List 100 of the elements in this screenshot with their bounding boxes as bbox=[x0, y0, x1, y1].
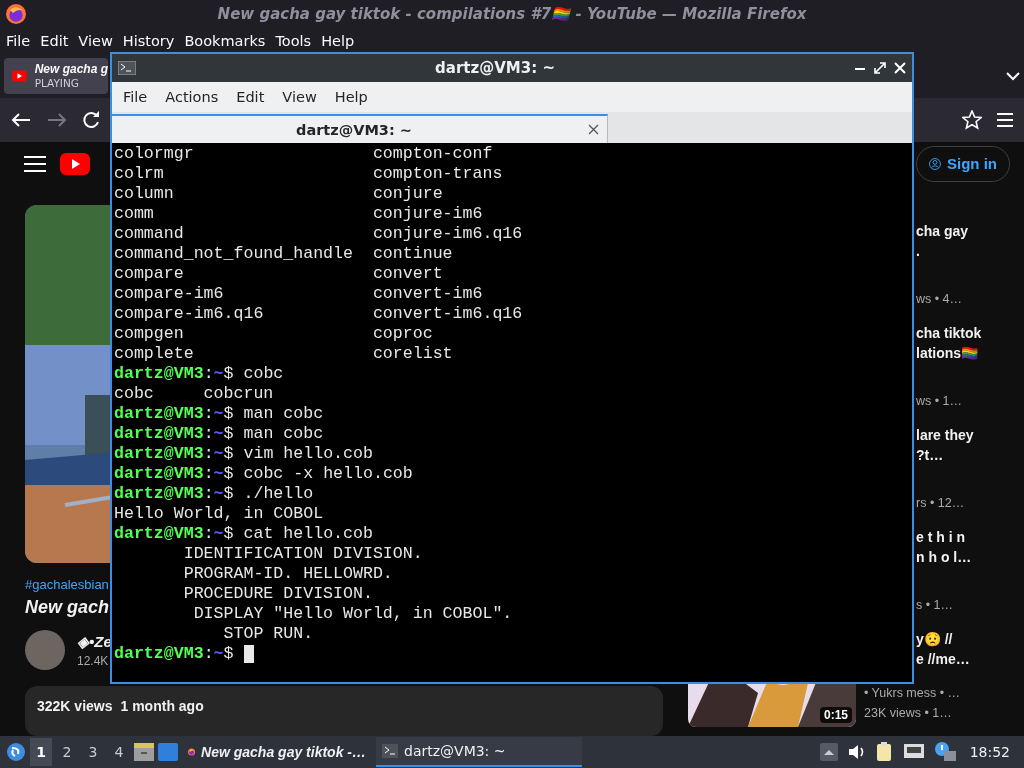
prompt-path: ~ bbox=[213, 524, 224, 544]
forward-arrow-icon[interactable] bbox=[46, 111, 68, 129]
prompt-sign: $ bbox=[223, 404, 234, 424]
prompt-colon: : bbox=[203, 404, 214, 424]
firefox-icon[interactable] bbox=[6, 4, 26, 24]
output-text: command bbox=[114, 224, 184, 243]
upload-age: 1 month ago bbox=[120, 698, 204, 716]
prompt-colon: : bbox=[203, 364, 214, 384]
youtube-logo-icon[interactable] bbox=[60, 152, 90, 175]
menu-icon[interactable] bbox=[996, 112, 1014, 128]
output-text: compgen bbox=[114, 324, 184, 343]
description-box[interactable]: 322K views 1 month ago bbox=[25, 686, 663, 736]
prompt-colon: : bbox=[203, 444, 214, 464]
output-text: cobcrun bbox=[203, 384, 274, 403]
output-text: complete bbox=[114, 344, 194, 363]
video-title[interactable]: ?t… bbox=[916, 445, 1010, 465]
back-arrow-icon[interactable] bbox=[10, 111, 32, 129]
youtube-icon bbox=[12, 70, 27, 82]
clipboard-icon[interactable] bbox=[875, 742, 894, 762]
terminal-icon bbox=[118, 61, 136, 75]
prompt-user: dartz@VM3 bbox=[114, 444, 204, 464]
prompt-user: dartz@VM3 bbox=[114, 404, 204, 424]
output-text: conjure bbox=[372, 184, 443, 203]
menu-item[interactable]: Tools bbox=[270, 33, 317, 49]
video-title[interactable]: e //me… bbox=[916, 649, 1010, 669]
menu-item[interactable]: File bbox=[1, 33, 36, 49]
star-icon[interactable] bbox=[962, 110, 982, 130]
video-meta: s • 1… bbox=[916, 597, 955, 614]
terminal-icon bbox=[382, 744, 398, 758]
prompt-path: ~ bbox=[213, 364, 224, 384]
output-text: continue bbox=[372, 244, 453, 263]
task-button[interactable]: New gacha gay tiktok -… bbox=[182, 737, 372, 767]
video-title[interactable]: y😟 // bbox=[916, 629, 1010, 649]
output-text: Hello World, in COBOL bbox=[114, 504, 324, 524]
reload-icon[interactable] bbox=[82, 111, 100, 129]
command-text: cobc bbox=[243, 364, 284, 384]
output-text: PROGRAM-ID. HELLOWRD. bbox=[182, 564, 393, 584]
prompt-user: dartz@VM3 bbox=[114, 524, 204, 544]
video-meta: rs • 12… bbox=[916, 495, 966, 512]
menu-item[interactable]: View bbox=[73, 33, 118, 49]
workspace-button[interactable]: 1 bbox=[30, 738, 52, 766]
prompt-colon: : bbox=[203, 484, 214, 504]
menu-item[interactable]: Help bbox=[325, 89, 377, 105]
menu-item[interactable]: File bbox=[114, 89, 157, 105]
menu-item[interactable]: Actions bbox=[156, 89, 228, 105]
menu-item[interactable]: Help bbox=[316, 33, 360, 49]
prompt-user: dartz@VM3 bbox=[114, 424, 204, 444]
close-icon[interactable] bbox=[588, 124, 599, 135]
menu-item[interactable]: History bbox=[117, 33, 180, 49]
menu-item[interactable]: Edit bbox=[227, 89, 274, 105]
menu-item[interactable]: Edit bbox=[35, 33, 74, 49]
volume-icon[interactable] bbox=[847, 744, 866, 760]
video-title[interactable]: lations🏳‍🌈 bbox=[916, 343, 1010, 363]
output-text: DISPLAY "Hello World, in COBOL". bbox=[192, 604, 513, 624]
avatar[interactable] bbox=[25, 630, 65, 670]
command-text: man cobc bbox=[243, 424, 324, 444]
video-meta: ws • 4… bbox=[916, 291, 964, 308]
prompt-sign: $ bbox=[223, 364, 234, 384]
output-text: colrm bbox=[114, 164, 164, 183]
start-menu-icon[interactable] bbox=[6, 742, 26, 762]
output-text: compare-im6.q16 bbox=[114, 304, 264, 323]
prompt-path: ~ bbox=[213, 464, 224, 484]
prompt-path: ~ bbox=[213, 424, 224, 444]
window-title: dartz@VM3: ~ bbox=[434, 59, 556, 77]
maximize-icon[interactable] bbox=[874, 62, 886, 74]
output-text: convert bbox=[372, 264, 443, 283]
channel-name[interactable]: ◈•Ze bbox=[77, 632, 112, 651]
menu-icon[interactable] bbox=[24, 155, 46, 172]
output-text: compton-trans bbox=[372, 164, 503, 183]
file-manager-icon[interactable] bbox=[134, 743, 154, 761]
video-title[interactable]: cha gay bbox=[916, 221, 1010, 241]
tray-expand-icon[interactable] bbox=[819, 743, 838, 761]
video-meta: ws • 1… bbox=[916, 393, 964, 410]
prompt-user: dartz@VM3 bbox=[114, 484, 204, 504]
prompt-user: dartz@VM3 bbox=[114, 364, 204, 384]
workspace-button[interactable]: 4 bbox=[108, 738, 130, 766]
video-title[interactable]: lare they bbox=[916, 425, 1010, 445]
workspace-button[interactable]: 2 bbox=[56, 738, 78, 766]
prompt-user: dartz@VM3 bbox=[114, 464, 204, 484]
output-text: corelist bbox=[372, 344, 453, 363]
subscriber-count: 12.4K bbox=[77, 653, 110, 668]
network-icon[interactable] bbox=[903, 744, 924, 760]
workspace-button[interactable]: 3 bbox=[82, 738, 104, 766]
video-meta: 23K views • 1… bbox=[864, 705, 953, 722]
task-button[interactable]: dartz@VM3: ~ bbox=[376, 737, 582, 767]
channel-name: • Yukrs mess • … bbox=[864, 685, 962, 702]
hashtag-link[interactable]: #gachalesbian bbox=[25, 577, 109, 593]
terminal-tab[interactable]: dartz@VM3: ~ bbox=[112, 114, 608, 143]
prompt-sign: $ bbox=[223, 644, 234, 664]
menu-item[interactable]: View bbox=[273, 89, 326, 105]
video-title[interactable]: e t h i n bbox=[916, 527, 1010, 547]
chevron-down-icon[interactable] bbox=[1006, 71, 1020, 81]
video-title[interactable]: . bbox=[916, 241, 1010, 261]
notification-icon[interactable] bbox=[933, 742, 956, 762]
browser-tab[interactable]: New gacha g PLAYING bbox=[4, 58, 108, 94]
menu-item[interactable]: Bookmarks bbox=[179, 33, 271, 49]
video-title[interactable]: cha tiktok bbox=[916, 323, 1010, 343]
video-title[interactable]: n h o l… bbox=[916, 547, 1010, 567]
prompt-colon: : bbox=[203, 644, 214, 664]
prompt-colon: : bbox=[203, 424, 214, 444]
